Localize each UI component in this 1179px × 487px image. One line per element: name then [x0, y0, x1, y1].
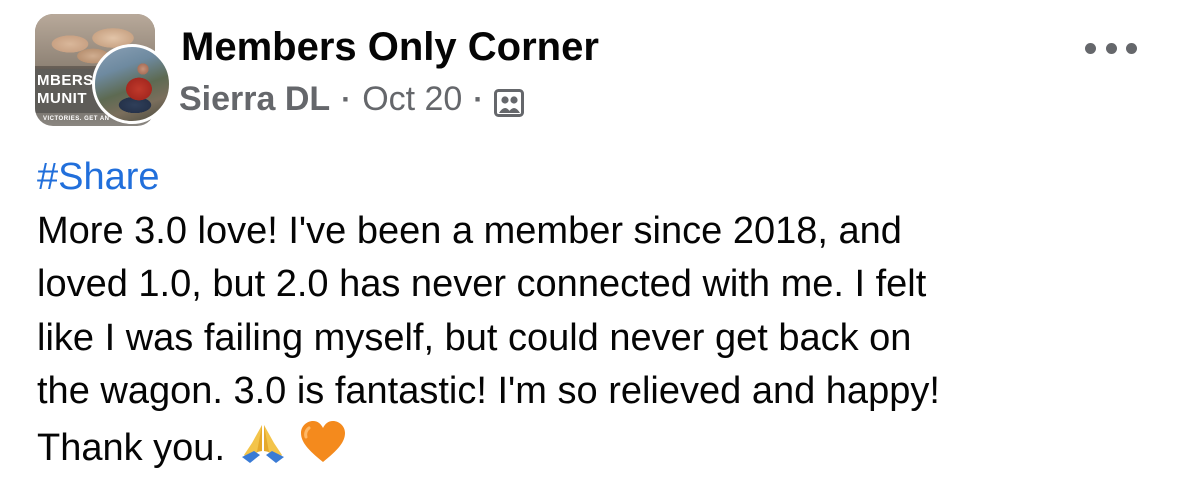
- post-date-link[interactable]: Oct 20: [362, 80, 462, 119]
- hashtag-link[interactable]: #Share: [37, 151, 1147, 205]
- group-avatar-subtext: VICTORIES. GET AN: [43, 116, 110, 122]
- post-text-line: loved 1.0, but 2.0 has never connected w…: [37, 263, 927, 305]
- post-text-line: the wagon. 3.0 is fantastic! I'm so reli…: [37, 370, 940, 412]
- author-name-link[interactable]: Sierra DL: [179, 80, 330, 119]
- more-horizontal-icon: [1085, 42, 1096, 54]
- more-horizontal-icon-dot: [1126, 42, 1137, 54]
- author-avatar[interactable]: [92, 44, 172, 124]
- post-text-line: like I was failing myself, but could nev…: [37, 316, 912, 359]
- group-avatar-text: MBERS MUNIT: [37, 72, 94, 107]
- post-meta: Sierra DL · Oct 20 ·: [179, 80, 525, 119]
- meta-separator: ·: [473, 82, 484, 116]
- post-body: #Share More 3.0 love! I've been a member…: [37, 151, 1147, 480]
- meta-separator: ·: [341, 82, 352, 116]
- post-text-line: More 3.0 love! I've been a member since …: [37, 209, 902, 252]
- post-text-line: Thank you.: [37, 426, 225, 469]
- more-options-button[interactable]: [1085, 38, 1137, 58]
- folded-hands-emoji: [240, 419, 286, 481]
- orange-heart-emoji: [300, 420, 346, 480]
- group-photo-icon: [494, 87, 525, 117]
- post-card: MBERS MUNIT VICTORIES. GET AN Members On…: [0, 0, 1179, 487]
- group-name-link[interactable]: Members Only Corner: [181, 25, 599, 70]
- post-text-last-line: Thank you.: [37, 419, 1147, 481]
- more-horizontal-icon-dot: [1105, 42, 1117, 54]
